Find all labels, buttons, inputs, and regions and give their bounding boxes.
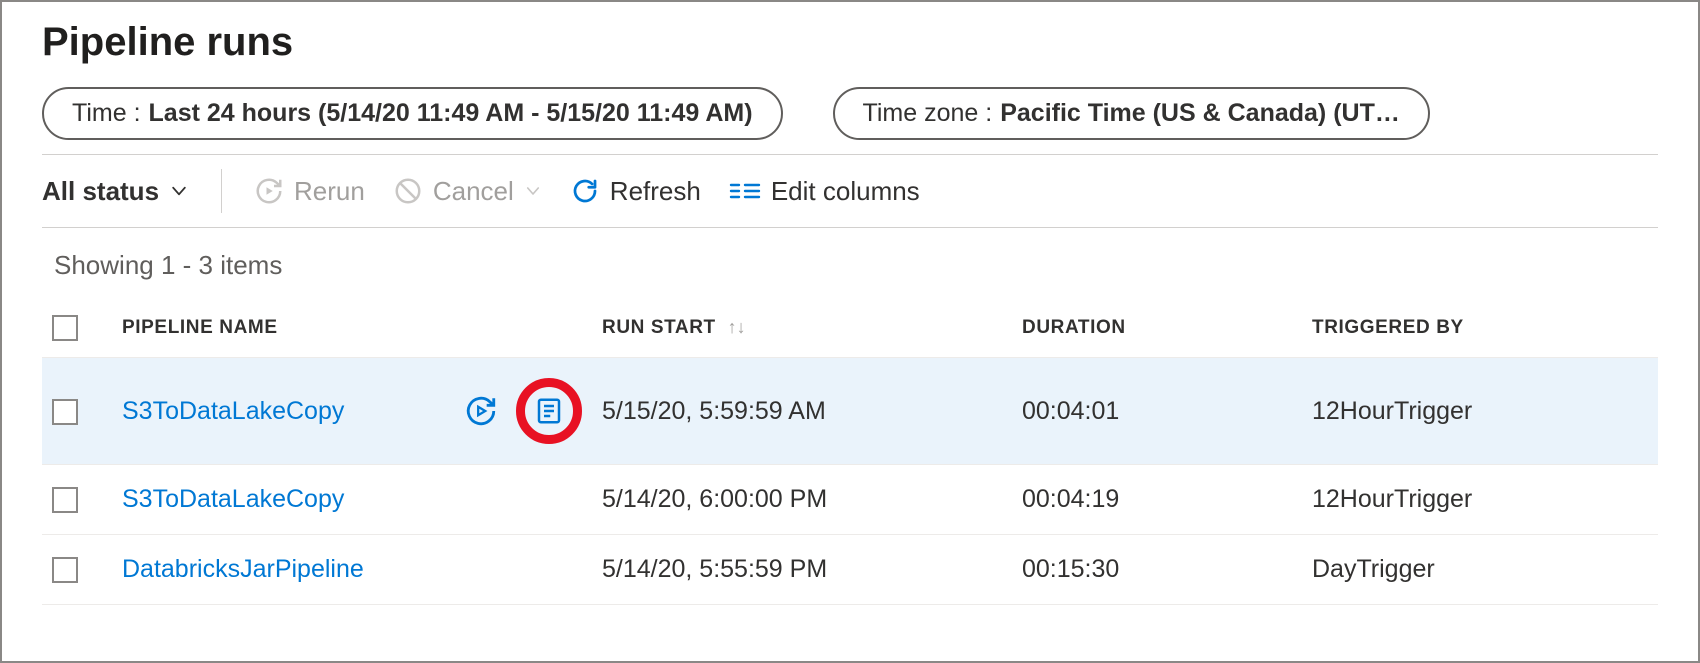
rerun-row-icon[interactable] [464,394,498,428]
highlight-annotation [516,378,582,444]
columns-icon [729,176,761,206]
time-filter-prefix: Time : [72,99,141,128]
run-start-cell: 5/14/20, 5:55:59 PM [592,535,1012,605]
run-start-cell: 5/14/20, 6:00:00 PM [592,465,1012,535]
run-start-cell: 5/15/20, 5:59:59 AM [592,358,1012,465]
duration-cell: 00:04:19 [1012,465,1302,535]
pipeline-name-link[interactable]: S3ToDataLakeCopy [122,485,344,514]
timezone-filter-value: Pacific Time (US & Canada) (UT… [1000,99,1400,128]
status-filter-label: All status [42,176,159,207]
toolbar-separator [221,169,222,213]
column-header-run-start[interactable]: Run start ↑↓ [592,299,1012,358]
refresh-label: Refresh [610,176,701,207]
edit-columns-button[interactable]: Edit columns [729,176,920,207]
filter-row: Time : Last 24 hours (5/14/20 11:49 AM -… [42,87,1658,140]
duration-cell: 00:04:01 [1012,358,1302,465]
refresh-icon [570,176,600,206]
pipeline-name-link[interactable]: DatabricksJarPipeline [122,555,364,584]
triggered-by-cell: 12HourTrigger [1302,358,1658,465]
column-header-name[interactable]: Pipeline name [112,299,592,358]
pipeline-runs-table: Pipeline name Run start ↑↓ Duration Trig… [42,299,1658,605]
toolbar: All status Rerun Cancel Refresh [42,154,1658,228]
rerun-icon [254,176,284,206]
time-filter-pill[interactable]: Time : Last 24 hours (5/14/20 11:49 AM -… [42,87,783,140]
timezone-filter-pill[interactable]: Time zone : Pacific Time (US & Canada) (… [833,87,1430,140]
sort-indicator-icon: ↑↓ [728,317,746,337]
edit-columns-label: Edit columns [771,176,920,207]
select-all-header[interactable] [42,299,112,358]
rerun-button: Rerun [254,176,365,207]
row-checkbox[interactable] [52,487,78,513]
pipeline-name-link[interactable]: S3ToDataLakeCopy [122,397,344,426]
select-all-checkbox[interactable] [52,315,78,341]
chevron-down-icon [169,181,189,201]
table-row[interactable]: DatabricksJarPipeline 5/14/20, 5:55:59 PM… [42,535,1658,605]
page-title: Pipeline runs [42,20,1658,65]
row-checkbox[interactable] [52,399,78,425]
table-row[interactable]: S3ToDataLakeCopy 5/14/20, 6:00:00 PM00:04… [42,465,1658,535]
triggered-by-cell: DayTrigger [1302,535,1658,605]
timezone-filter-prefix: Time zone : [863,99,993,128]
row-checkbox[interactable] [52,557,78,583]
duration-cell: 00:15:30 [1012,535,1302,605]
column-header-run-start-label: Run start [602,317,716,338]
column-header-triggered-by[interactable]: Triggered by [1302,299,1658,358]
cancel-icon [393,176,423,206]
time-filter-value: Last 24 hours (5/14/20 11:49 AM - 5/15/2… [149,99,753,128]
consumption-report-icon[interactable] [534,396,564,426]
refresh-button[interactable]: Refresh [570,176,701,207]
item-count-text: Showing 1 - 3 items [42,228,1658,299]
chevron-down-icon [524,182,542,200]
triggered-by-cell: 12HourTrigger [1302,465,1658,535]
column-header-duration[interactable]: Duration [1012,299,1302,358]
table-row[interactable]: S3ToDataLakeCopy 5/15/20, 5:59:59 AM00:04… [42,358,1658,465]
rerun-label: Rerun [294,176,365,207]
cancel-button: Cancel [393,176,542,207]
cancel-label: Cancel [433,176,514,207]
status-filter-dropdown[interactable]: All status [42,176,189,207]
